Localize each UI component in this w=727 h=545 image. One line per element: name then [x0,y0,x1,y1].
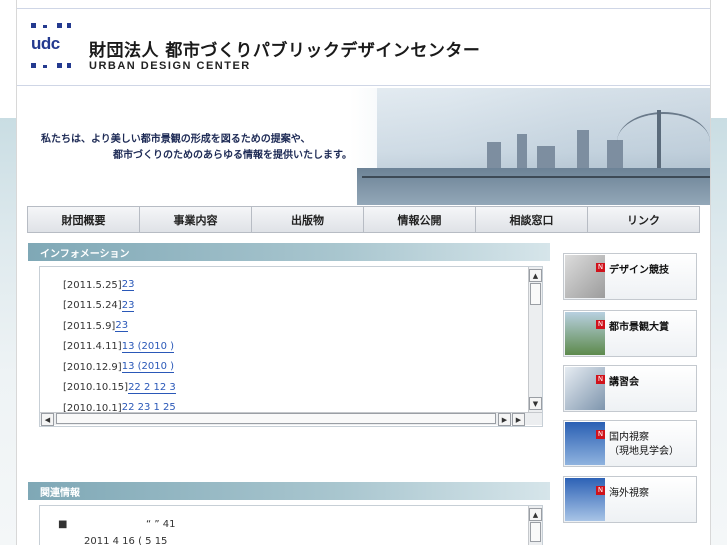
landscape-award-image [565,312,605,355]
banner-tagline-1: 私たちは、より美しい都市景観の形成を図るための提案や、 [41,134,311,145]
building-shape [537,146,555,168]
marker-icon: N [596,430,605,439]
related-text: 2011 4 16 ( 5 15 [84,536,168,545]
udc-logo[interactable]: udc [29,21,77,73]
building-shape [577,130,589,168]
overseas-tour-image [565,478,605,521]
logo-mark [43,25,47,28]
side-link-overseas-tour[interactable]: N 海外視察 [563,476,697,523]
side-link-label: デザイン競技 [609,265,669,276]
nav-item-links[interactable]: リンク [588,207,699,232]
related-vertical-scrollbar[interactable]: ▲ [528,506,542,545]
side-link-landscape-award[interactable]: N 都市景観大賞 [563,310,697,357]
info-date: [2011.5.25] [63,279,122,291]
main-nav: 財団概要 事業内容 出版物 情報公開 相談窓口 リンク [27,206,700,233]
banner-railing [362,176,710,178]
information-list: [2011.5.25] 23 [2011.5.24] 23 [2011.5.9]… [63,275,523,419]
building-shape [517,134,527,168]
page-container: udc 財団法人 都市づくりパブリックデザインセンター URBAN DESIGN… [16,0,711,545]
info-date: [2011.5.9] [63,320,116,332]
scroll-thumb[interactable] [530,522,541,542]
info-date: [2010.10.15] [63,382,129,394]
scroll-left-button[interactable]: ◀ [41,413,54,426]
list-item: ■ “ ” 41 [58,516,175,533]
logo-mark [57,23,62,28]
info-link[interactable]: 23 [121,279,135,292]
org-name: 財団法人 都市づくりパブリックデザインセンター [89,41,481,61]
side-link-label: 都市景観大賞 [609,322,669,333]
banner-tagline-2: 都市づくりのためのあらゆる情報を提供いたします。 [113,150,352,161]
info-date: [2011.5.24] [63,300,122,312]
marker-icon: N [596,263,605,272]
info-link[interactable]: 23 [115,320,129,333]
bridge-cable [617,112,710,172]
info-link[interactable]: 13 (2010 ) [121,361,175,374]
building-shape [487,142,501,168]
list-item: 2011 4 16 ( 5 15 [58,533,175,545]
related-list: ■ “ ” 41 2011 4 16 ( 5 15 [58,516,175,545]
list-item: [2010.10.15] 22 2 12 3 [63,378,523,399]
list-item: [2011.5.25] 23 [63,275,523,296]
info-date: [2011.4.11] [63,341,122,353]
marker-icon: N [596,486,605,495]
list-item: [2011.4.11] 13 (2010 ) [63,337,523,358]
marker-icon: N [596,320,605,329]
related-header: 関連情報 [28,482,550,500]
information-panel: [2011.5.25] 23 [2011.5.24] 23 [2011.5.9]… [39,266,543,427]
scroll-thumb[interactable] [56,413,496,424]
scroll-up-button[interactable]: ▲ [529,508,542,521]
nav-item-about[interactable]: 財団概要 [28,207,140,232]
logo-text: udc [31,34,60,53]
banner-sea [357,168,710,205]
information-horizontal-scrollbar[interactable]: ◀ ▶ ▶ [40,412,542,426]
logo-mark [57,63,62,68]
bullet-icon: ■ [58,519,68,530]
scroll-right-button[interactable]: ▶ [512,413,525,426]
logo-mark [31,63,36,68]
related-panel: ■ “ ” 41 2011 4 16 ( 5 15 ▲ [39,505,543,545]
side-link-label: 講習会 [609,377,639,388]
design-competition-image [565,255,605,298]
scroll-thumb[interactable] [530,283,541,305]
side-link-label: 海外視察 [609,488,649,499]
list-item: [2011.5.9] 23 [63,316,523,337]
nav-item-disclosure[interactable]: 情報公開 [364,207,476,232]
side-link-sublabel: （現地見学会） [609,446,679,457]
seminar-image [565,367,605,410]
information-header: インフォメーション [28,243,550,261]
hero-banner: 私たちは、より美しい都市景観の形成を図るための提案や、 都市づくりのためのあらゆ… [17,88,710,205]
nav-item-publications[interactable]: 出版物 [252,207,364,232]
info-link[interactable]: 13 (2010 ) [121,341,175,353]
scroll-right-button[interactable]: ▶ [498,413,511,426]
info-date: [2010.12.9] [63,361,122,373]
domestic-tour-image [565,422,605,465]
info-link[interactable]: 23 [121,300,135,312]
side-link-label: 国内視察 [609,432,649,443]
scroll-down-button[interactable]: ▼ [529,397,542,410]
related-text: “ ” 41 [146,519,176,530]
marker-icon: N [596,375,605,384]
logo-mark [67,63,71,68]
site-header: udc 財団法人 都市づくりパブリックデザインセンター URBAN DESIGN… [17,8,710,86]
logo-mark [67,23,71,28]
logo-mark [43,65,47,68]
side-link-seminar[interactable]: N 講習会 [563,365,697,412]
information-vertical-scrollbar[interactable]: ▲ ▼ [528,267,542,413]
nav-item-business[interactable]: 事業内容 [140,207,252,232]
side-link-design-competition[interactable]: N デザイン競技 [563,253,697,300]
side-link-domestic-tour[interactable]: N 国内視察 （現地見学会） [563,420,697,467]
list-item: [2010.12.9] 13 (2010 ) [63,357,523,378]
info-link[interactable]: 22 2 12 3 [128,382,176,394]
logo-mark [31,23,36,28]
org-name-english: URBAN DESIGN CENTER [89,60,251,72]
nav-item-consultation[interactable]: 相談窓口 [476,207,588,232]
scroll-up-button[interactable]: ▲ [529,269,542,282]
list-item: [2011.5.24] 23 [63,296,523,317]
